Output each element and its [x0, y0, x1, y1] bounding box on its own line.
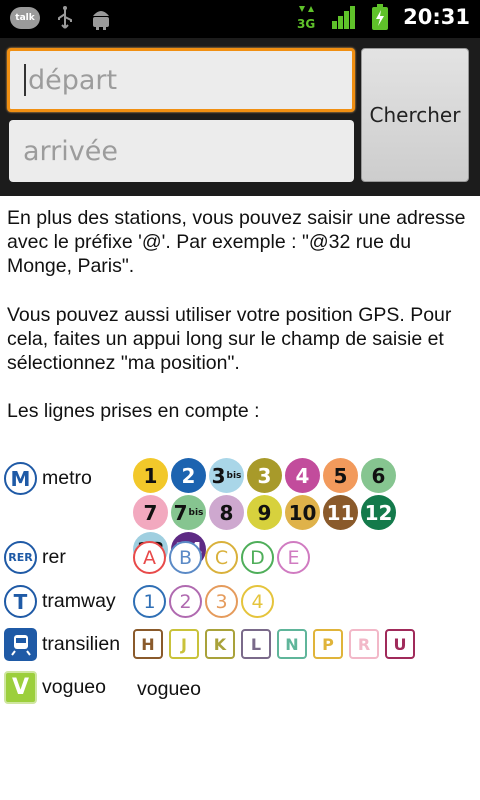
metro-line-number: 2 [181, 463, 196, 488]
metro-line-number: 3 [211, 463, 226, 488]
metro-line-number: 12 [364, 500, 393, 525]
talk-notification-icon: talk [10, 7, 40, 29]
rer-line-badge: C [205, 541, 238, 574]
rer-line-badge: D [241, 541, 274, 574]
metro-line-badge: 3 [247, 458, 282, 493]
metro-line-badge: 7 bis [171, 495, 206, 530]
metro-line-badge: 1 [133, 458, 168, 493]
transilien-line-badge: R [349, 629, 379, 659]
rer-icon: RER [4, 541, 37, 574]
vogueo-row: V vogueo [4, 671, 106, 704]
clock: 20:31 [403, 5, 470, 29]
help-lines-heading: Les lignes prises en compte : [7, 400, 260, 422]
metro-label: metro [42, 467, 92, 489]
metro-line-number: 7 [143, 500, 158, 525]
help-address-text: En plus des stations, vous pouvez saisir… [7, 207, 466, 277]
metro-line-number: 6 [371, 463, 386, 488]
arrivee-placeholder: arrivée [23, 135, 118, 167]
vogueo-line: vogueo [137, 678, 201, 700]
usb-icon [58, 6, 72, 29]
status-bar: talk 3G 20:31 [0, 0, 480, 38]
train-icon [4, 628, 37, 661]
metro-line-badge: 10 [285, 495, 320, 530]
depart-placeholder: départ [28, 64, 118, 96]
text-caret [24, 64, 26, 96]
tram-line-badge: 3 [205, 585, 238, 618]
transilien-line-badge: L [241, 629, 271, 659]
rer-line-badge: A [133, 541, 166, 574]
tram-line-badge: 4 [241, 585, 274, 618]
metro-line-badge: 3 bis [209, 458, 244, 493]
signal-strength-icon [332, 6, 356, 29]
tramway-icon: T [4, 585, 37, 618]
tram-lines: 1234 [133, 585, 433, 618]
transilien-line-badge: H [133, 629, 163, 659]
search-button[interactable]: Chercher [361, 48, 469, 182]
arrivee-input[interactable]: arrivée [9, 120, 354, 182]
android-debug-icon [93, 11, 109, 30]
transilien-line-badge: K [205, 629, 235, 659]
metro-line-suffix: bis [188, 507, 204, 518]
search-panel: départ arrivée Chercher [0, 38, 480, 196]
tram-line-badge: 2 [169, 585, 202, 618]
metro-line-badge: 8 [209, 495, 244, 530]
metro-line-number: 4 [295, 463, 310, 488]
transilien-line-badge: J [169, 629, 199, 659]
metro-line-badge: 12 [361, 495, 396, 530]
metro-row: M metro [4, 462, 92, 495]
metro-line-number: 8 [219, 500, 234, 525]
transilien-label: transilien [42, 633, 121, 655]
svg-text:3G: 3G [297, 17, 315, 30]
metro-line-badge: 9 [247, 495, 282, 530]
transilien-line-badge: N [277, 629, 307, 659]
metro-line-badge: 5 [323, 458, 358, 493]
metro-line-number: 5 [333, 463, 348, 488]
metro-line-number: 7 [173, 500, 188, 525]
transilien-lines: HJKLNPRU [133, 629, 433, 659]
transilien-row: transilien [4, 628, 120, 661]
metro-line-badge: 6 [361, 458, 396, 493]
metro-line-number: 11 [326, 500, 355, 525]
metro-icon: M [4, 462, 37, 495]
metro-line-number: 3 [257, 463, 272, 488]
rer-line-badge: E [277, 541, 310, 574]
metro-line-badge: 11 [323, 495, 358, 530]
tramway-label: tramway [42, 590, 116, 612]
metro-line-badge: 7 [133, 495, 168, 530]
transilien-line-badge: U [385, 629, 415, 659]
metro-line-number: 9 [257, 500, 272, 525]
rer-label: rer [42, 546, 66, 568]
rer-line-badge: B [169, 541, 202, 574]
metro-line-number: 1 [143, 463, 158, 488]
vogueo-label: vogueo [42, 676, 106, 698]
help-gps-text: Vous pouvez aussi utiliser votre positio… [7, 304, 452, 374]
tram-line-badge: 1 [133, 585, 166, 618]
metro-line-badge: 4 [285, 458, 320, 493]
rer-row: RER rer [4, 541, 66, 574]
metro-line-number: 10 [288, 500, 317, 525]
depart-input[interactable]: départ [7, 48, 355, 112]
transilien-line-badge: P [313, 629, 343, 659]
rer-lines: ABCDE [133, 541, 433, 574]
battery-charging-icon [372, 4, 389, 30]
tramway-row: T tramway [4, 585, 116, 618]
network-3g-icon: 3G [297, 6, 315, 30]
metro-line-badge: 2 [171, 458, 206, 493]
vogueo-icon: V [4, 671, 37, 704]
metro-line-suffix: bis [226, 470, 242, 481]
